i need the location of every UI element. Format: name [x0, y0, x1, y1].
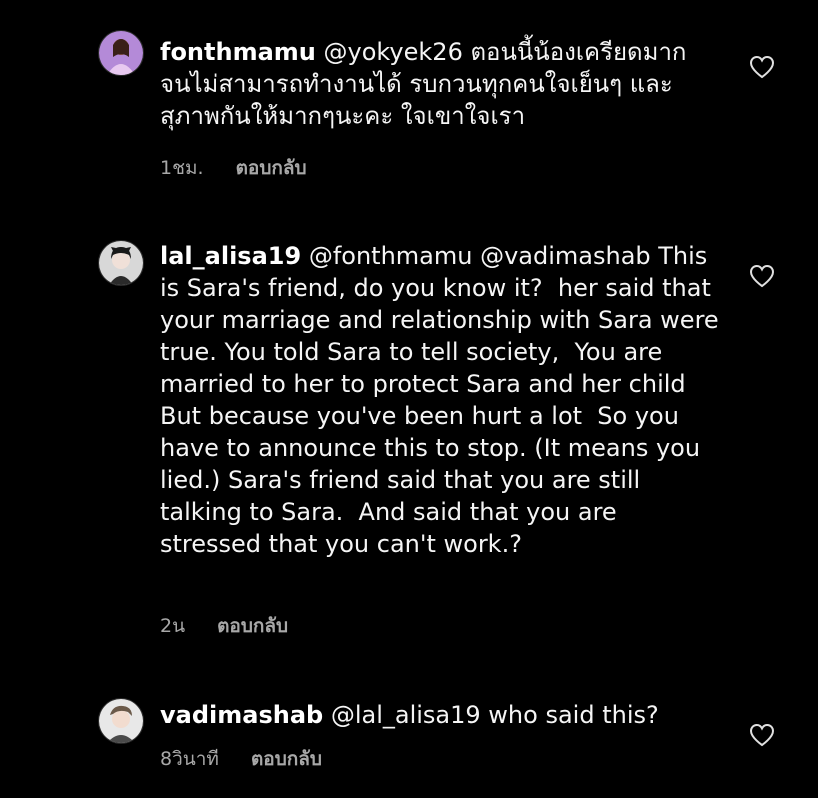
avatar[interactable] — [98, 30, 144, 76]
reply-button[interactable]: ตอบกลับ — [251, 747, 322, 771]
comment-timestamp: 2น — [160, 615, 186, 637]
comment-body: lal_alisa19 @fonthmamu @vadimashab This … — [160, 240, 720, 560]
comment-username[interactable]: vadimashab — [160, 701, 323, 729]
heart-outline-icon[interactable] — [749, 264, 775, 288]
reply-button[interactable]: ตอบกลับ — [217, 614, 288, 638]
comment-meta: 8วินาที ตอบกลับ — [160, 747, 322, 771]
avatar-image — [99, 699, 143, 743]
comment-meta: 1ชม. ตอบกลับ — [160, 156, 307, 180]
comment-body: fonthmamu @yokyek26 ตอนนี้น้องเครียดมาก … — [160, 36, 720, 132]
avatar-image — [99, 31, 143, 75]
avatar[interactable] — [98, 698, 144, 744]
reply-button[interactable]: ตอบกลับ — [236, 156, 307, 180]
heart-outline-icon[interactable] — [749, 723, 775, 747]
avatar[interactable] — [98, 240, 144, 286]
comment-timestamp: 1ชม. — [160, 157, 204, 179]
avatar-image — [99, 241, 143, 285]
comment-username[interactable]: lal_alisa19 — [160, 242, 301, 270]
comment-text: @lal_alisa19 who said this? — [323, 701, 659, 729]
heart-outline-icon[interactable] — [749, 55, 775, 79]
comment-username[interactable]: fonthmamu — [160, 38, 316, 66]
comment-body: vadimashab @lal_alisa19 who said this? — [160, 699, 720, 731]
comment-meta: 2น ตอบกลับ — [160, 614, 288, 638]
comment-text: @fonthmamu @vadimashab This is Sara's fr… — [160, 242, 727, 558]
comment-timestamp: 8วินาที — [160, 748, 219, 770]
